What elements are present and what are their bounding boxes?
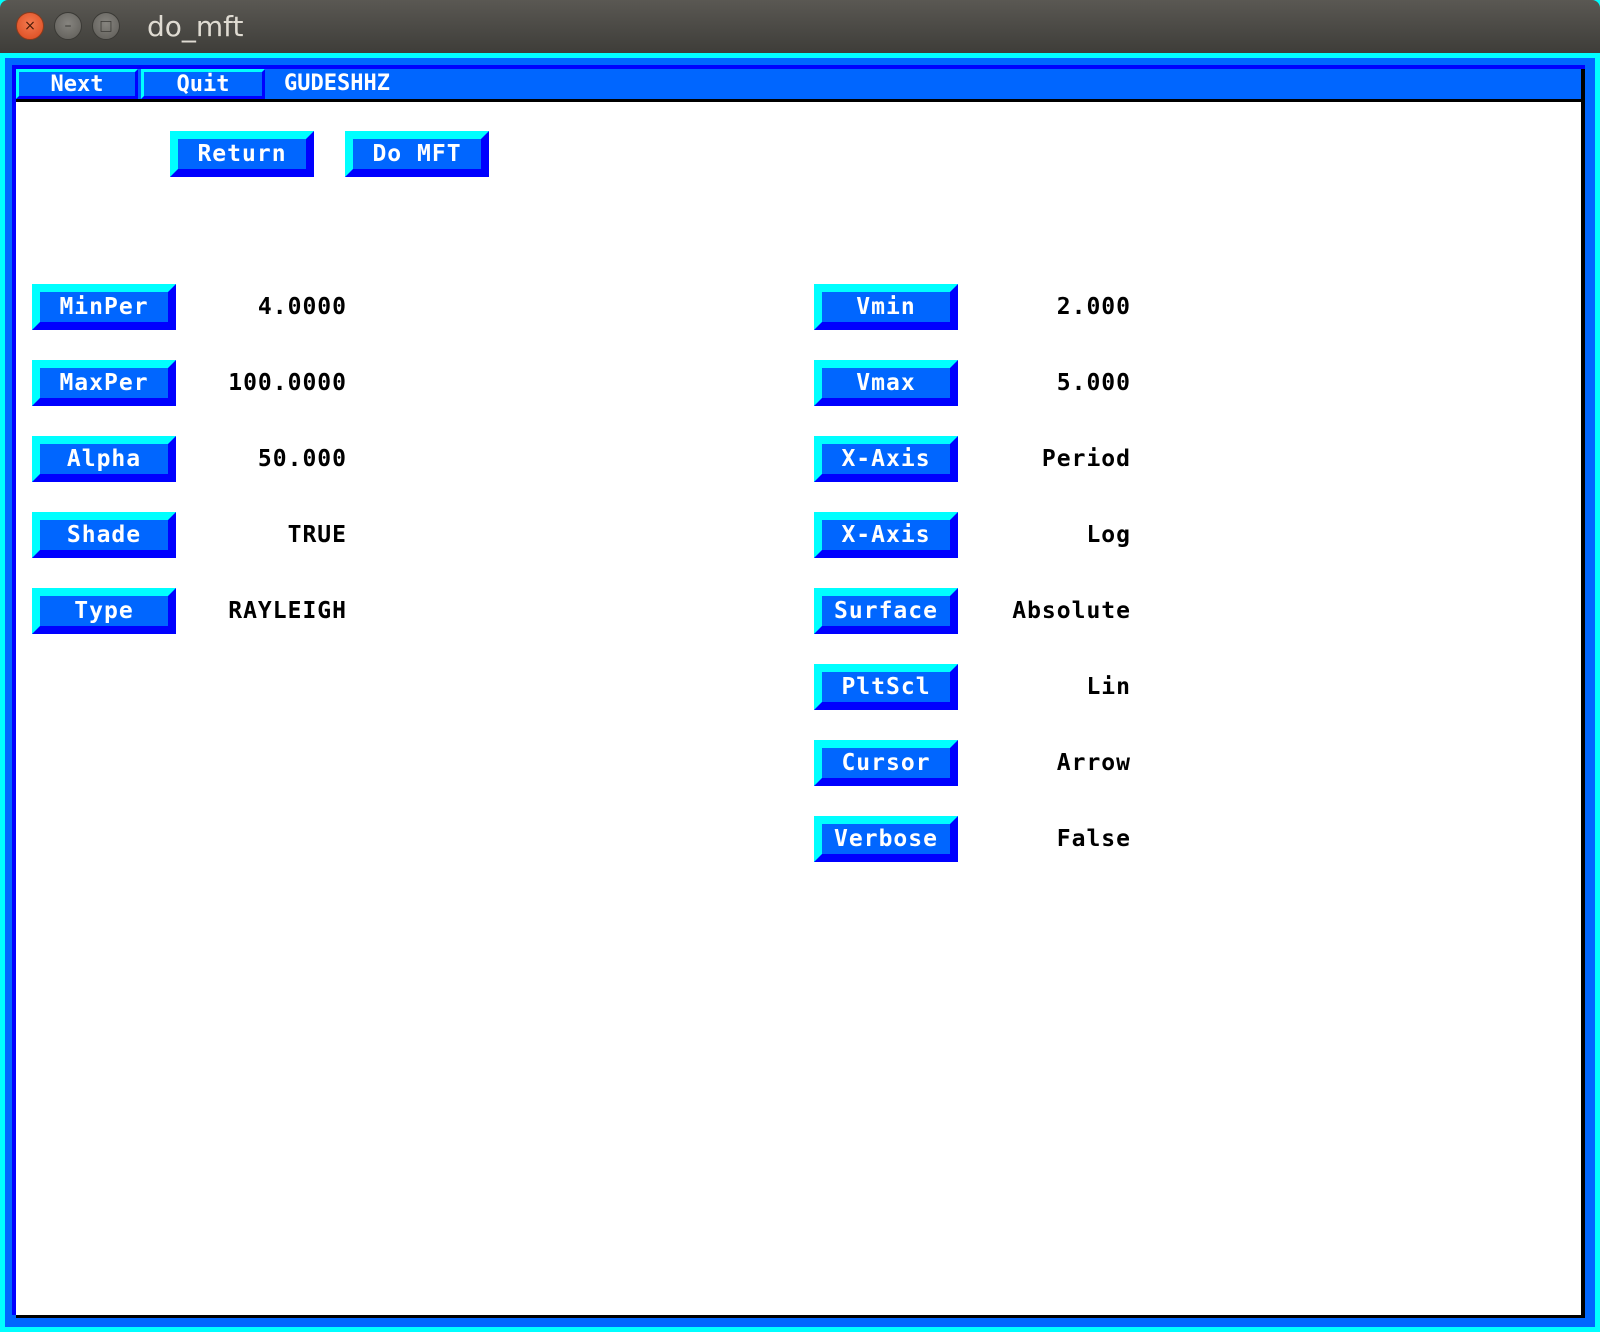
surface-value: Absolute: [1012, 598, 1131, 624]
maxper-value: 100.0000: [228, 370, 347, 396]
pltscl-value: Lin: [1086, 674, 1131, 700]
vmax-value: 5.000: [1056, 370, 1131, 396]
station-name: GUDESHHZ: [284, 71, 390, 96]
content-right-edge: [1581, 69, 1585, 1318]
window-minimize-button[interactable]: –: [54, 12, 82, 40]
content-bottom-edge: [16, 1315, 1585, 1318]
window-maximize-button[interactable]: □: [92, 12, 120, 40]
window-close-button[interactable]: ×: [16, 12, 44, 40]
minper-value: 4.0000: [257, 294, 347, 320]
verbose-value: False: [1056, 826, 1131, 852]
x-axis-scale-value: Log: [1086, 522, 1131, 548]
cursor-value: Arrow: [1056, 750, 1131, 776]
minimize-icon: –: [64, 18, 72, 34]
do-mft-button[interactable]: Do MFT: [345, 131, 489, 177]
window-title: do_mft: [147, 10, 244, 43]
quit-button[interactable]: Quit: [141, 69, 265, 99]
vmin-value: 2.000: [1056, 294, 1131, 320]
type-value: RAYLEIGH: [228, 598, 347, 624]
window-titlebar: × – □ do_mft: [0, 0, 1600, 53]
maximize-icon: □: [99, 18, 113, 34]
next-button[interactable]: Next: [16, 69, 138, 99]
alpha-value: 50.000: [257, 446, 347, 472]
close-icon: ×: [24, 18, 36, 34]
x-axis-type-value: Period: [1041, 446, 1131, 472]
return-button[interactable]: Return: [170, 131, 314, 177]
shade-value: TRUE: [287, 522, 347, 548]
